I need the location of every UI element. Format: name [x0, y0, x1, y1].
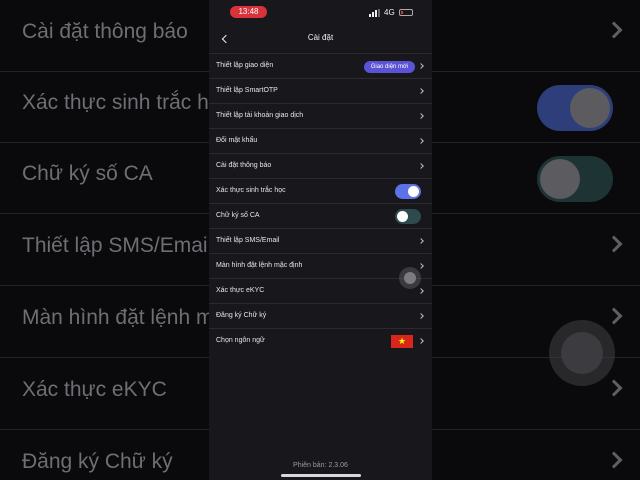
chevron-right-icon — [418, 138, 424, 144]
bg-toggle — [537, 85, 613, 131]
chevron-right-icon — [605, 21, 623, 39]
chevron-right-icon — [605, 307, 623, 325]
assistive-touch-button[interactable] — [399, 267, 421, 289]
settings-item-trading-account[interactable]: Thiết lập tài khoản giao dịch — [209, 103, 432, 128]
settings-item-label: Thiết lập tài khoản giao dịch — [216, 112, 304, 119]
settings-item-label: Thiết lập giao diện — [216, 62, 274, 69]
status-time: 13:48 — [230, 6, 267, 18]
chevron-right-icon — [418, 163, 424, 169]
vietnam-flag-icon — [391, 335, 413, 348]
home-indicator[interactable] — [281, 474, 361, 477]
settings-item-label: Xác thực sinh trắc học — [216, 187, 286, 194]
bg-row-label: Đăng ký Chữ ký — [22, 450, 173, 473]
settings-item-label: Cài đặt thông báo — [216, 162, 272, 169]
bg-row-label: Cài đặt thông báo — [22, 20, 188, 43]
new-interface-badge: Giao diện mới — [364, 61, 415, 73]
status-bar: 13:48 4G — [209, 0, 432, 24]
settings-item-biometric: Xác thực sinh trắc học — [209, 178, 432, 203]
settings-item-label: Màn hình đặt lệnh mặc định — [216, 262, 303, 269]
chevron-right-icon — [605, 451, 623, 469]
settings-item-label: Chọn ngôn ngữ — [216, 337, 265, 344]
chevron-right-icon — [418, 63, 424, 69]
settings-item-notifications[interactable]: Cài đặt thông báo — [209, 153, 432, 178]
signal-bars-icon — [369, 9, 381, 17]
settings-item-label: Đổi mật khẩu — [216, 137, 258, 144]
chevron-right-icon — [418, 338, 424, 344]
bg-row-label: Chữ ký số CA — [22, 162, 153, 185]
battery-low-icon — [399, 9, 413, 16]
chevron-right-icon — [418, 238, 424, 244]
settings-item-label: Đăng ký Chữ ký — [216, 312, 267, 319]
bg-row-label: Xác thực eKYC — [22, 378, 167, 401]
chevron-right-icon — [418, 88, 424, 94]
settings-item-label: Chữ ký số CA — [216, 212, 260, 219]
biometric-toggle[interactable] — [395, 184, 421, 199]
chevron-right-icon — [418, 263, 424, 269]
chevron-right-icon — [605, 235, 623, 253]
toggle-knob — [540, 159, 580, 199]
settings-item-ekyc[interactable]: Xác thực eKYC — [209, 278, 432, 303]
settings-item-label: Thiết lập SMS/Email — [216, 237, 280, 244]
toggle-knob — [397, 211, 408, 222]
assistive-touch-icon — [549, 320, 615, 386]
header: Cài đặt — [209, 28, 432, 50]
bg-row-label: Xác thực sinh trắc học — [22, 91, 231, 114]
settings-item-change-password[interactable]: Đổi mật khẩu — [209, 128, 432, 153]
chevron-right-icon — [418, 113, 424, 119]
settings-item-label: Thiết lập SmartOTP — [216, 87, 278, 94]
digital-signature-toggle[interactable] — [395, 209, 421, 224]
chevron-right-icon — [418, 313, 424, 319]
settings-item-interface[interactable]: Thiết lập giao diện Giao diện mới — [209, 53, 432, 78]
phone-screen: 13:48 4G Cài đặt Thiết lập giao diện Gia… — [209, 0, 432, 480]
settings-item-digital-signature: Chữ ký số CA — [209, 203, 432, 228]
settings-list: Thiết lập giao diện Giao diện mới Thiết … — [209, 53, 432, 353]
chevron-right-icon — [605, 379, 623, 397]
bg-toggle — [537, 156, 613, 202]
settings-item-smartotp[interactable]: Thiết lập SmartOTP — [209, 78, 432, 103]
toggle-knob — [408, 186, 419, 197]
bg-row-label: Thiết lập SMS/Email — [22, 234, 213, 257]
app-version: Phiên bản: 2.3.06 — [293, 462, 348, 469]
toggle-knob — [570, 88, 610, 128]
settings-item-sms-email[interactable]: Thiết lập SMS/Email — [209, 228, 432, 253]
network-type: 4G — [384, 8, 395, 17]
settings-item-register-signature[interactable]: Đăng ký Chữ ký — [209, 303, 432, 328]
settings-item-language[interactable]: Chọn ngôn ngữ — [209, 328, 432, 353]
page-title: Cài đặt — [307, 33, 334, 42]
settings-item-label: Xác thực eKYC — [216, 287, 265, 294]
chevron-right-icon — [418, 288, 424, 294]
